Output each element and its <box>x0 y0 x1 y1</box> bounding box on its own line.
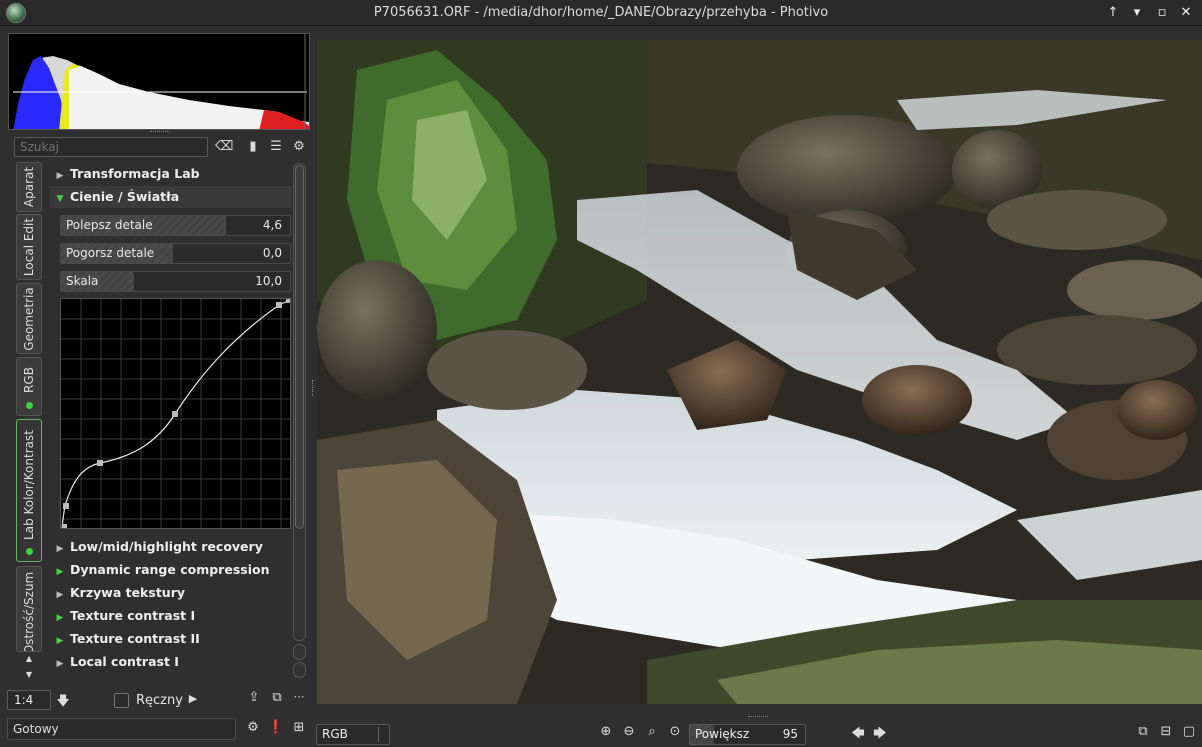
section-dynamic-range-compression[interactable]: ▶ Dynamic range compression <box>50 559 292 581</box>
scroll-up-button[interactable] <box>293 644 306 660</box>
run-pipeline-icon[interactable]: ▶ <box>186 692 200 705</box>
clear-search-icon[interactable]: ⌫ <box>215 139 233 155</box>
expanded-arrow-icon: ▼ <box>56 194 64 204</box>
settings-icon[interactable]: ⚙ <box>244 720 262 735</box>
section-local-contrast-1[interactable]: ▶ Local contrast I <box>50 651 292 673</box>
collapsed-arrow-icon: ▶ <box>56 590 64 600</box>
more-icon[interactable]: ⋯ <box>291 690 307 703</box>
section-krzywa-tekstury[interactable]: ▶ Krzywa tekstury <box>50 582 292 604</box>
maximize-icon[interactable]: ▫ <box>1153 4 1171 22</box>
histogram <box>8 33 310 130</box>
curve-point[interactable] <box>62 524 67 529</box>
panel-splitter[interactable] <box>312 380 315 396</box>
fullscreen-icon[interactable]: ⊞ <box>290 720 308 735</box>
minimize-icon[interactable]: ▾ <box>1128 4 1146 22</box>
bookmark-icon[interactable]: ▮ <box>244 139 262 155</box>
curve-svg <box>61 299 291 529</box>
curve-point[interactable] <box>97 460 103 466</box>
photo-preview[interactable] <box>317 40 1202 704</box>
section-lab-transform[interactable]: ▶ Transformacja Lab <box>50 163 292 185</box>
manual-checkbox[interactable] <box>114 693 129 708</box>
manual-label: Ręczny <box>136 693 183 708</box>
photivo-logo-icon[interactable] <box>6 3 26 23</box>
export-icon[interactable]: ⇪ <box>245 690 263 705</box>
rgb-active-dot <box>26 402 33 409</box>
zoom-slider[interactable]: Powiększ 95 <box>689 724 806 745</box>
batch-icon[interactable]: ⧉ <box>268 690 286 705</box>
histogram-splitter[interactable] <box>150 131 170 135</box>
view-splitter[interactable] <box>748 716 768 719</box>
zoom-fit-icon[interactable]: ⌕ <box>643 724 661 739</box>
collapsed-arrow-icon: ▶ <box>56 171 64 181</box>
menu-icon[interactable]: ☰ <box>267 139 285 155</box>
tab-local-edit[interactable]: Local Edit <box>16 214 42 280</box>
next-image-icon[interactable]: 🡆 <box>872 724 888 746</box>
slider-pogorsz-detale[interactable]: Pogorsz detale 0,0 <box>60 243 291 264</box>
window-title: P7056631.ORF - /media/dhor/home/_DANE/Ob… <box>373 5 829 20</box>
window-icon[interactable]: ▢ <box>1181 724 1197 739</box>
scrollbar-thumb[interactable] <box>295 165 304 529</box>
zoom-ratio-select[interactable]: 1:4 <box>7 690 51 710</box>
collapsed-arrow-icon: ▶ <box>56 659 64 669</box>
zoom-out-icon[interactable]: ⊖ <box>620 724 638 739</box>
tab-lab-kolor-kontrast[interactable]: Lab Kolor/Kontrast <box>16 419 42 562</box>
curve-editor[interactable] <box>60 298 291 529</box>
tab-scroll-down-icon[interactable]: ▼ <box>22 670 36 679</box>
scroll-down-button[interactable] <box>293 662 306 678</box>
collapsed-arrow-icon: ▶ <box>56 544 64 554</box>
zoom-100-icon[interactable]: ⊙ <box>666 724 684 739</box>
keep-above-icon[interactable]: ↑ <box>1104 4 1122 22</box>
section-texture-contrast-1[interactable]: ▶ Texture contrast I <box>50 605 292 627</box>
previous-image-icon[interactable]: 🡄 <box>850 724 866 746</box>
lab-active-dot <box>26 548 33 555</box>
tiles-icon[interactable]: ⊟ <box>1158 724 1174 739</box>
section-low-mid-highlight-recovery[interactable]: ▶ Low/mid/highlight recovery <box>50 536 292 558</box>
zoom-in-icon[interactable]: ⊕ <box>597 724 615 739</box>
status-text: Gotowy <box>7 718 236 740</box>
info-icon[interactable]: ❗ <box>267 720 285 735</box>
curve-point[interactable] <box>276 302 282 308</box>
section-texture-contrast-2[interactable]: ▶ Texture contrast II <box>50 628 292 650</box>
channel-select[interactable]: RGB <box>316 724 390 745</box>
search-input[interactable] <box>14 137 208 157</box>
active-arrow-icon: ▶ <box>56 636 64 646</box>
download-icon[interactable]: 🡇 <box>56 692 70 714</box>
curve-point[interactable] <box>172 411 178 417</box>
tab-geometria[interactable]: Geometria <box>16 283 42 354</box>
settings-gear-icon[interactable]: ⚙ <box>290 139 308 155</box>
slider-skala[interactable]: Skala 10,0 <box>60 271 291 292</box>
compare-icon[interactable]: ⧉ <box>1135 724 1151 739</box>
tab-ostrosc-szum[interactable]: Ostrość/Szum <box>16 566 42 652</box>
tab-scroll-up-icon[interactable]: ▲ <box>22 654 36 663</box>
section-shadows-highlights[interactable]: ▼ Cienie / Światła <box>50 186 292 208</box>
curve-point[interactable] <box>286 299 290 303</box>
active-arrow-icon: ▶ <box>56 613 64 623</box>
slider-polepsz-detale[interactable]: Polepsz detale 4,6 <box>60 215 291 236</box>
curve-point[interactable] <box>63 503 69 509</box>
close-icon[interactable]: ✕ <box>1177 4 1195 22</box>
tab-aparat[interactable]: Aparat <box>16 162 42 212</box>
tab-rgb[interactable]: RGB <box>16 357 42 416</box>
active-arrow-icon: ▶ <box>56 567 64 577</box>
